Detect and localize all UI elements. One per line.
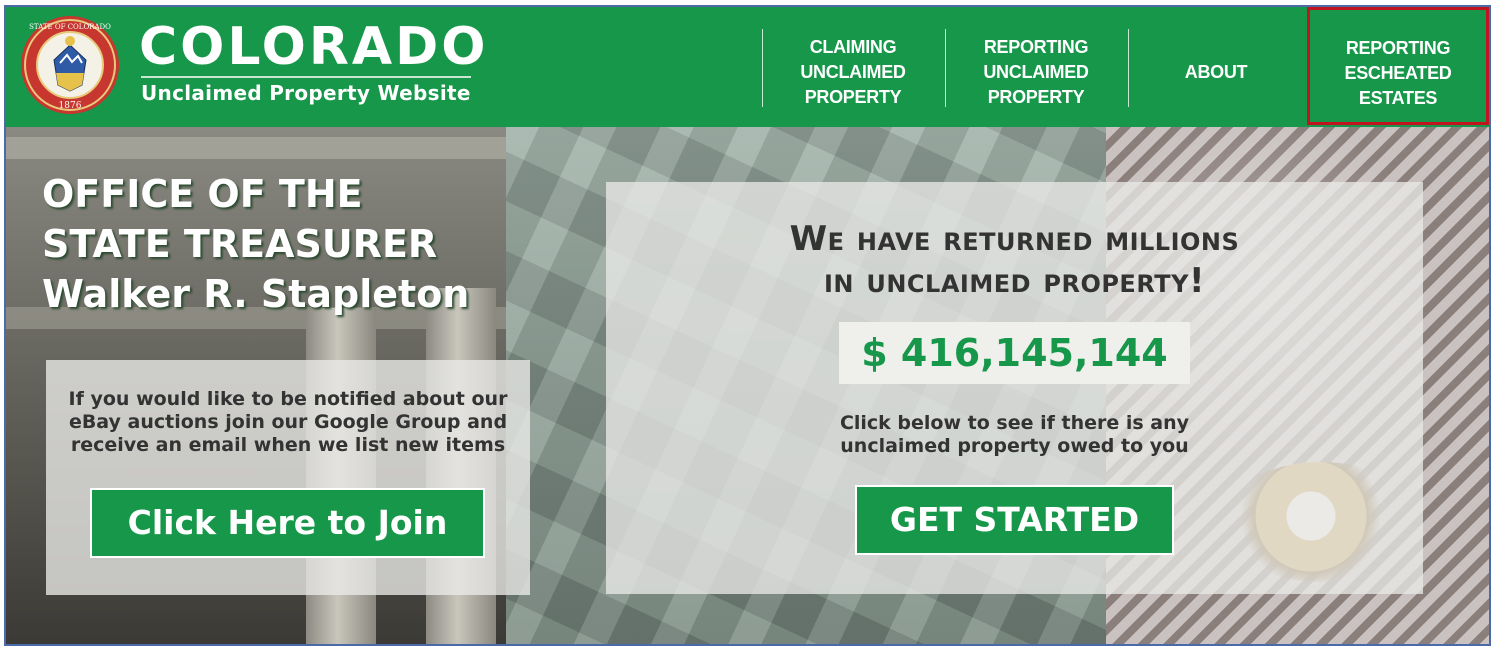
nav-divider: [945, 29, 946, 107]
treasurer-office-title: OFFICE OF THE STATE TREASURER Walker R. …: [42, 169, 469, 319]
brand-divider: [141, 76, 471, 78]
building-lintel: [6, 137, 526, 159]
amount-box: $ 416,145,144: [839, 322, 1190, 384]
site-header: 1876 STATE OF COLORADO COLORADO Unclaime…: [6, 7, 1489, 127]
brand-title[interactable]: COLORADO: [139, 21, 489, 73]
headline-line: We have returned millions: [789, 219, 1240, 259]
nav-reporting-unclaimed-property[interactable]: REPORTING UNCLAIMED PROPERTY: [958, 35, 1114, 110]
hero-banner: OFFICE OF THE STATE TREASURER Walker R. …: [6, 127, 1489, 644]
office-line: OFFICE OF THE: [42, 172, 363, 216]
headline-line: in unclaimed property!: [824, 261, 1205, 301]
page-frame: 1876 STATE OF COLORADO COLORADO Unclaime…: [4, 5, 1491, 646]
seal-top-text: STATE OF COLORADO: [29, 23, 111, 31]
message-line: Click below to see if there is any: [839, 412, 1190, 434]
returned-amount: $ 416,145,144: [861, 331, 1168, 375]
message-line: receive an email when we list new items: [70, 434, 506, 456]
returned-millions-headline: We have returned millions in unclaimed p…: [606, 218, 1423, 302]
message-line: unclaimed property owed to you: [840, 435, 1189, 457]
get-started-button[interactable]: GET STARTED: [855, 485, 1174, 555]
message-line: If you would like to be notified about o…: [68, 388, 508, 410]
colorado-seal-icon[interactable]: 1876 STATE OF COLORADO: [20, 15, 120, 115]
nav-claiming-unclaimed-property[interactable]: CLAIMING UNCLAIMED PROPERTY: [776, 35, 930, 110]
seal-year: 1876: [59, 101, 82, 111]
check-property-message: Click below to see if there is any uncla…: [606, 412, 1423, 458]
ebay-auction-message: If you would like to be notified about o…: [46, 388, 530, 457]
nav-label-line: REPORTING: [983, 37, 1089, 57]
nav-label-line: PROPERTY: [987, 87, 1085, 107]
ebay-auction-panel: If you would like to be notified about o…: [46, 360, 530, 595]
nav-highlight-box: [1307, 7, 1489, 125]
message-line: eBay auctions join our Google Group and: [68, 411, 508, 433]
nav-about[interactable]: ABOUT: [1146, 60, 1286, 85]
nav-divider: [762, 29, 763, 107]
brand-subtitle[interactable]: Unclaimed Property Website: [141, 81, 471, 105]
treasurer-name: Walker R. Stapleton: [42, 272, 470, 316]
join-google-group-button[interactable]: Click Here to Join: [90, 488, 485, 558]
nav-label-line: UNCLAIMED: [983, 62, 1089, 82]
office-line: STATE TREASURER: [42, 222, 438, 266]
nav-label-line: PROPERTY: [804, 87, 902, 107]
nav-label-line: CLAIMING: [809, 37, 897, 57]
returned-property-panel: We have returned millions in unclaimed p…: [606, 182, 1423, 594]
nav-label-line: ABOUT: [1184, 62, 1248, 82]
nav-label-line: UNCLAIMED: [800, 62, 906, 82]
nav-divider: [1128, 29, 1129, 107]
